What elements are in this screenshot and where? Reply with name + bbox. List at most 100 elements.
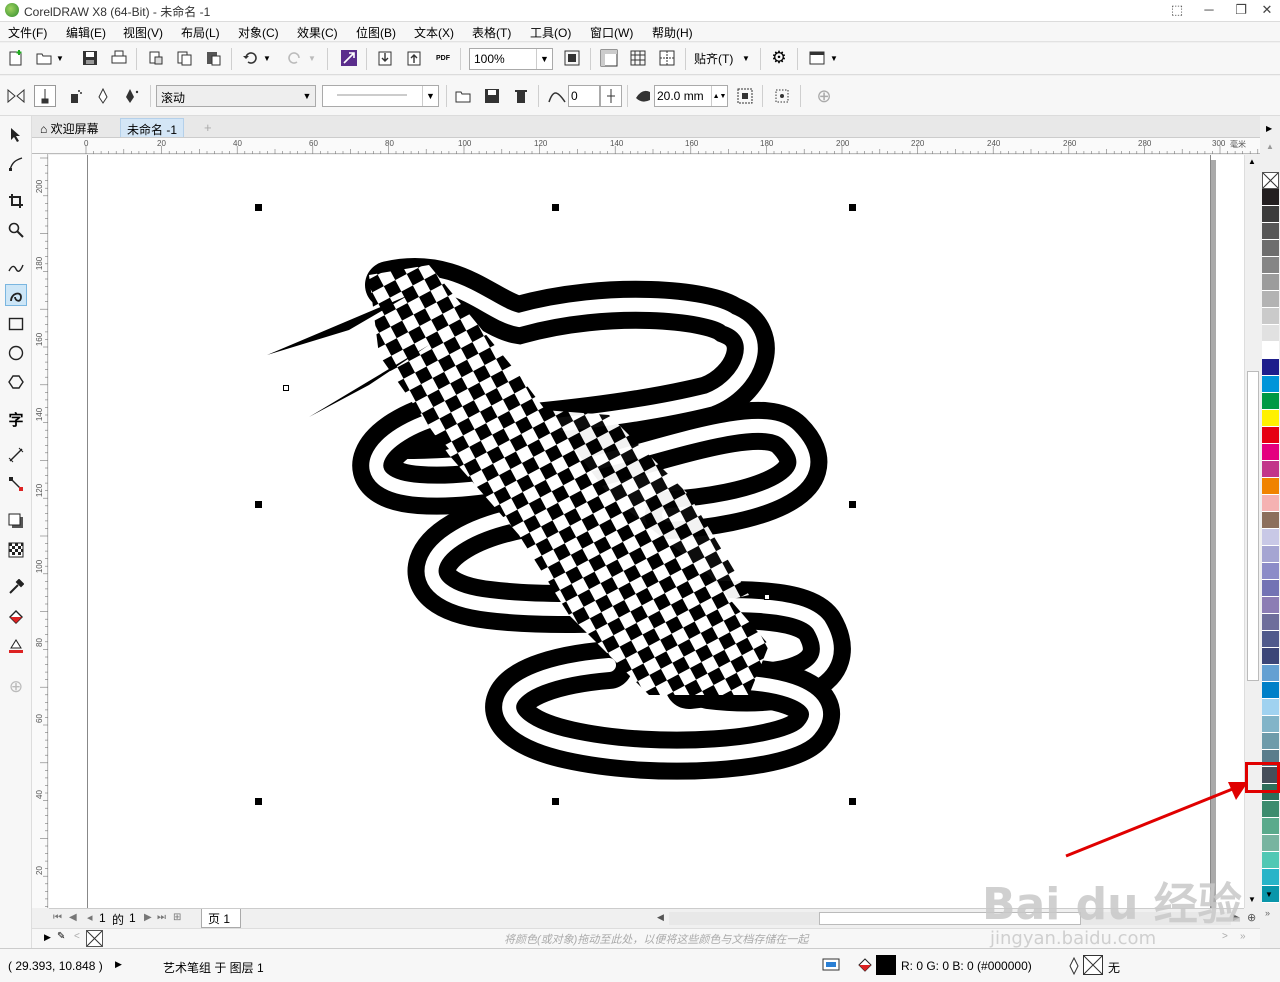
color-swatch[interactable] <box>1262 325 1279 342</box>
color-swatch[interactable] <box>1262 648 1279 665</box>
import-icon[interactable] <box>374 47 396 69</box>
menu-text[interactable]: 文本(X) <box>414 24 454 41</box>
brush-mode-icon[interactable] <box>34 85 56 107</box>
path-node[interactable] <box>283 385 289 391</box>
selection-handle[interactable] <box>552 798 559 805</box>
color-eyedropper-tool-icon[interactable] <box>5 576 27 598</box>
color-swatch[interactable] <box>1262 869 1279 886</box>
zoom-navigator-icon[interactable]: ⊕ <box>1247 911 1256 924</box>
color-swatch[interactable] <box>1262 427 1279 444</box>
full-screen-preview-icon[interactable] <box>561 47 583 69</box>
stroke-width-spinner-icon[interactable]: ▲▼ <box>711 86 727 106</box>
stroke-width-icon[interactable] <box>632 85 654 107</box>
text-tool-icon[interactable]: 字 <box>5 408 27 430</box>
palette-more-icon[interactable]: » <box>1265 908 1270 918</box>
doc-palette-back-icon[interactable]: < <box>74 931 80 942</box>
paste-icon[interactable] <box>202 47 224 69</box>
application-launcher-icon[interactable] <box>806 47 828 69</box>
menu-help[interactable]: 帮助(H) <box>652 24 693 41</box>
menu-layout[interactable]: 布局(L) <box>181 24 220 41</box>
outline-none-swatch[interactable] <box>1083 955 1103 975</box>
color-swatch[interactable] <box>1262 512 1279 529</box>
color-swatch[interactable] <box>1262 257 1279 274</box>
doc-palette-expand-icon[interactable]: ▶ <box>44 932 51 943</box>
chevron-down-icon[interactable]: ▼ <box>299 86 315 106</box>
open-folder-icon[interactable] <box>33 47 55 69</box>
snap-dropdown-icon[interactable]: ▼ <box>740 47 752 69</box>
color-swatch[interactable] <box>1262 614 1279 631</box>
menu-tools[interactable]: 工具(O) <box>530 24 571 41</box>
restore-button[interactable]: ❐ <box>1230 2 1252 18</box>
palette-scroll-down-icon[interactable]: ▼ <box>1265 890 1273 899</box>
add-tool-icon[interactable]: ⊕ <box>5 676 27 698</box>
stroke-width-input[interactable]: 20.0 mm ▲▼ <box>654 85 728 107</box>
undo-icon[interactable] <box>239 47 261 69</box>
copy-icon[interactable] <box>173 47 195 69</box>
menu-bitmaps[interactable]: 位图(B) <box>356 24 396 41</box>
sprayer-mode-icon[interactable] <box>64 85 86 107</box>
no-color-swatch[interactable] <box>1262 172 1279 189</box>
redo-icon[interactable] <box>284 47 306 69</box>
selection-handle[interactable] <box>255 204 262 211</box>
launcher-dropdown-icon[interactable]: ▼ <box>828 47 840 69</box>
color-swatch[interactable] <box>1262 546 1279 563</box>
publish-pdf-icon[interactable]: PDF <box>432 47 454 69</box>
last-page-icon[interactable]: ⏭ <box>157 912 166 923</box>
new-document-icon[interactable] <box>5 47 27 69</box>
horizontal-ruler[interactable]: 0 20 40 60 80 100 120 140 160 180 200 22… <box>32 138 1260 154</box>
object-scaling-icon[interactable] <box>734 85 756 107</box>
pick-tool-icon[interactable] <box>5 124 27 146</box>
save-stroke-icon[interactable] <box>481 85 503 107</box>
color-swatch[interactable] <box>1262 359 1279 376</box>
brush-stroke-combo[interactable]: ▼ <box>322 85 439 107</box>
smart-fill-tool-icon[interactable] <box>5 635 27 657</box>
fill-color-swatch[interactable] <box>876 955 896 975</box>
color-proof-icon[interactable] <box>822 957 840 976</box>
parallel-dimension-tool-icon[interactable] <box>5 444 27 466</box>
options-gear-icon[interactable]: ⚙ <box>768 47 790 69</box>
show-guidelines-icon[interactable] <box>656 47 678 69</box>
color-swatch[interactable] <box>1262 801 1279 818</box>
color-swatch[interactable] <box>1262 308 1279 325</box>
zoom-level-combo[interactable]: 100% ▼ <box>469 48 553 70</box>
scroll-down-icon[interactable]: ▼ <box>1248 895 1256 904</box>
rectangle-tool-icon[interactable] <box>5 313 27 335</box>
color-swatch[interactable] <box>1262 682 1279 699</box>
expression-mode-icon[interactable] <box>121 85 143 107</box>
menu-view[interactable]: 视图(V) <box>123 24 163 41</box>
color-swatch[interactable] <box>1262 529 1279 546</box>
scroll-up-icon[interactable]: ▲ <box>1248 157 1256 166</box>
doc-palette-next-icon[interactable]: > <box>1222 931 1228 942</box>
doc-palette-no-color-swatch[interactable] <box>86 930 103 947</box>
hscroll-left-icon[interactable]: ◀ <box>657 912 664 923</box>
menu-window[interactable]: 窗口(W) <box>590 24 633 41</box>
doc-palette-eyedropper-icon[interactable]: ✎ <box>57 931 65 942</box>
menu-object[interactable]: 对象(C) <box>238 24 279 41</box>
color-swatch[interactable] <box>1262 580 1279 597</box>
color-swatch[interactable] <box>1262 733 1279 750</box>
smoothing-input[interactable]: 0 <box>568 85 600 107</box>
snap-to-menu[interactable]: 贴齐(T) <box>694 47 738 69</box>
calligraphic-mode-icon[interactable] <box>92 85 114 107</box>
zoom-tool-icon[interactable] <box>5 219 27 241</box>
color-swatch[interactable] <box>1262 410 1279 427</box>
show-rulers-icon[interactable] <box>598 47 620 69</box>
color-swatch[interactable] <box>1262 342 1279 359</box>
color-swatch[interactable] <box>1262 189 1279 206</box>
ellipse-tool-icon[interactable] <box>5 342 27 364</box>
page-tab-1[interactable]: 页 1 <box>201 909 241 928</box>
color-swatch[interactable] <box>1262 852 1279 869</box>
chevron-down-icon[interactable]: ▼ <box>422 86 438 106</box>
preset-mode-icon[interactable] <box>5 85 27 107</box>
menu-file[interactable]: 文件(F) <box>8 24 47 41</box>
user-icon[interactable]: ⬚ <box>1166 2 1188 18</box>
color-swatch[interactable] <box>1262 223 1279 240</box>
delete-stroke-icon[interactable] <box>510 85 532 107</box>
color-swatch[interactable] <box>1262 495 1279 512</box>
open-dropdown-icon[interactable]: ▼ <box>54 47 66 69</box>
color-swatch[interactable] <box>1262 563 1279 580</box>
redo-dropdown-icon[interactable]: ▼ <box>306 47 318 69</box>
prev-page-icon[interactable]: ◀ <box>69 912 77 923</box>
color-swatch[interactable] <box>1262 478 1279 495</box>
color-swatch[interactable] <box>1262 274 1279 291</box>
